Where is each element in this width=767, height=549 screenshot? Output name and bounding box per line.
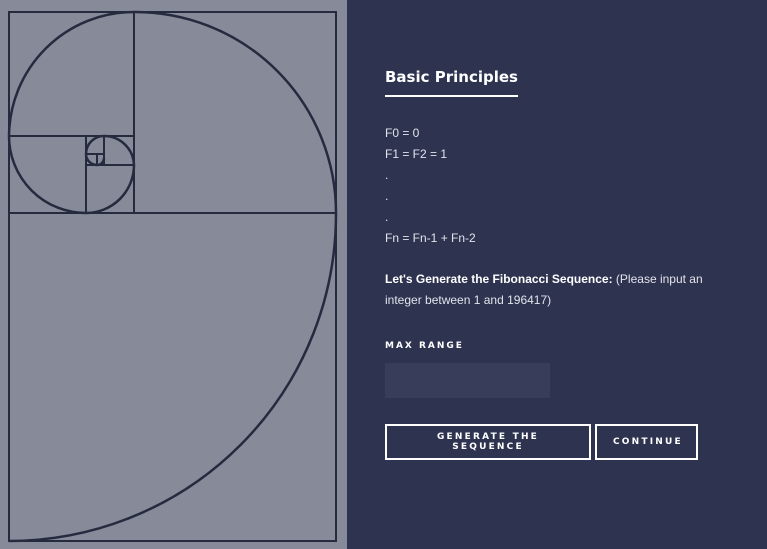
generate-sequence-button[interactable]: GENERATE THE SEQUENCE: [385, 424, 591, 460]
formula-line: Fn = Fn-1 + Fn-2: [385, 231, 476, 245]
formula-list: F0 = 0 F1 = F2 = 1 . . . Fn = Fn-1 + Fn-…: [385, 123, 725, 249]
page: Basic Principles F0 = 0 F1 = F2 = 1 . . …: [0, 0, 767, 549]
formula-line: .: [385, 189, 389, 203]
section-title: Basic Principles: [385, 68, 518, 97]
max-range-input[interactable]: [385, 363, 550, 398]
instruction-heading: Let's Generate the Fibonacci Sequence:: [385, 272, 613, 286]
illustration-panel: [0, 0, 347, 549]
continue-button[interactable]: CONTINUE: [595, 424, 698, 460]
formula-line: F0 = 0: [385, 126, 420, 140]
max-range-label: MAX RANGE: [385, 341, 464, 351]
instruction-text: Let's Generate the Fibonacci Sequence: (…: [385, 269, 725, 311]
formula-line: F1 = F2 = 1: [385, 147, 448, 161]
formula-line: .: [385, 168, 389, 182]
content-panel: Basic Principles F0 = 0 F1 = F2 = 1 . . …: [347, 0, 767, 549]
principles-section: Basic Principles F0 = 0 F1 = F2 = 1 . . …: [385, 68, 725, 460]
formula-line: .: [385, 210, 389, 224]
golden-spiral-icon: [7, 10, 338, 543]
action-buttons: GENERATE THE SEQUENCE CONTINUE: [385, 424, 725, 460]
